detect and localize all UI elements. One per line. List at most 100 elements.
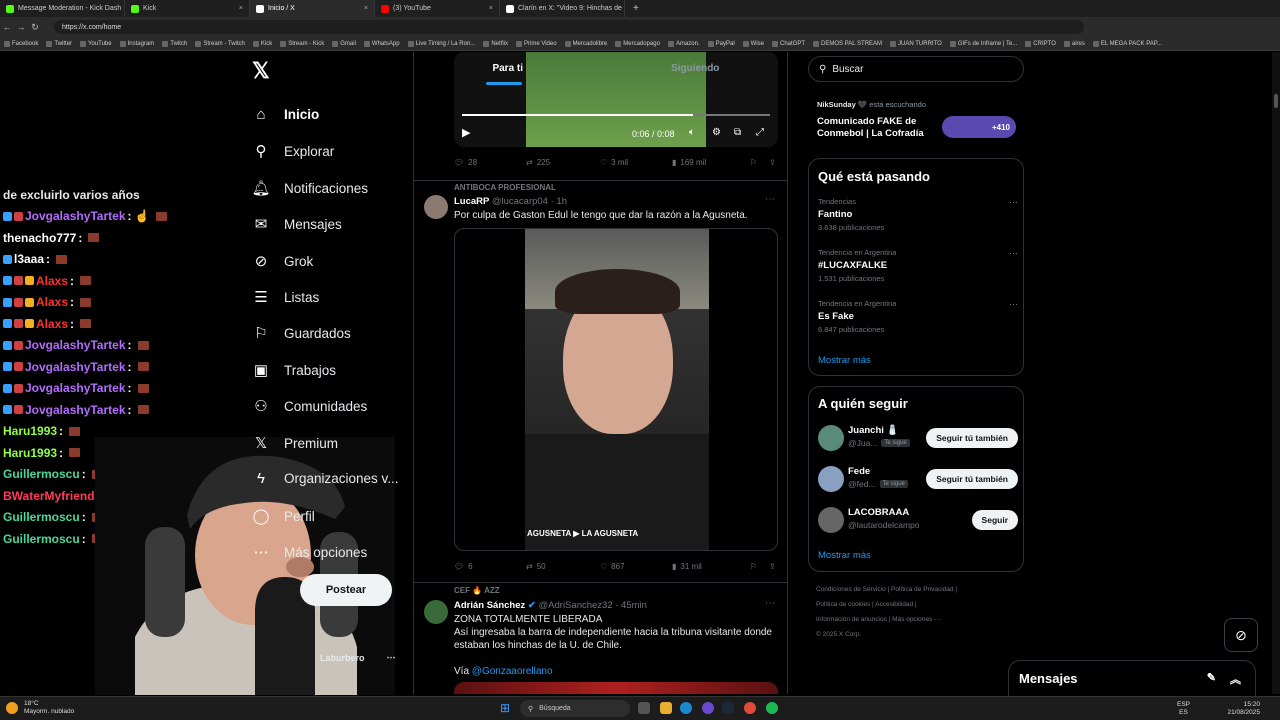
bookmark-item[interactable]: PayPal xyxy=(707,40,735,47)
follow-suggestion[interactable]: Fede @fed... Te sigue Seguir tú también xyxy=(818,464,1018,494)
bookmark-item[interactable]: ChatGPT xyxy=(772,40,805,47)
nav-item-listas[interactable]: ☰ Listas xyxy=(250,288,319,306)
more-icon[interactable]: ⋯ xyxy=(387,652,396,663)
post-media[interactable]: AGUSNETA ▶ LA AGUSNETA xyxy=(454,228,778,551)
footer-line[interactable]: Información de anuncios | Más opciones ·… xyxy=(816,612,1016,627)
discord-icon[interactable] xyxy=(702,702,714,714)
bookmark-item[interactable]: Kick xyxy=(252,40,272,47)
bookmark-item[interactable]: Wise xyxy=(742,40,764,47)
account-switcher[interactable]: Laburbero ⋯ xyxy=(320,652,396,663)
bookmark-item[interactable]: Twitter xyxy=(46,40,72,47)
spotify-icon[interactable] xyxy=(766,702,778,714)
nav-item-grok[interactable]: ⊘ Grok xyxy=(250,252,314,270)
nav-item-trabajos[interactable]: ▣ Trabajos xyxy=(250,361,336,379)
reply-button[interactable]: 💬︎ 28 xyxy=(454,158,526,167)
nav-item-mensajes[interactable]: ✉ Mensajes xyxy=(250,215,342,233)
follow-button[interactable]: Seguir xyxy=(971,510,1018,530)
bookmark-icon[interactable]: ⚐ xyxy=(750,562,757,571)
video-progress-track[interactable] xyxy=(462,114,770,116)
close-icon[interactable]: × xyxy=(364,5,368,12)
post-author[interactable]: Adrián Sánchez ✔ @AdriSanchez32 · 45min xyxy=(454,600,647,611)
search-input[interactable]: ⚲ Buscar xyxy=(808,56,1024,82)
nav-item-inicio[interactable]: ⌂ Inicio xyxy=(250,106,319,123)
bookmark-item[interactable]: DEMOS PAL STREAM xyxy=(813,40,882,47)
bookmark-item[interactable]: Facebook xyxy=(4,40,38,47)
fullscreen-icon[interactable]: ⤢ xyxy=(756,127,764,138)
browser-tab[interactable]: Message Moderation - Kick Dash× xyxy=(0,0,125,17)
bookmark-item[interactable]: aires xyxy=(1063,40,1085,47)
bookmark-item[interactable]: YouTube xyxy=(80,40,112,47)
show-more-link[interactable]: Mostrar más xyxy=(818,355,871,366)
bookmark-item[interactable]: WhatsApp xyxy=(363,40,400,47)
repost-button[interactable]: ⇄ 225 xyxy=(526,158,600,167)
nav-item-m-s-opciones[interactable]: ⋯ Más opciones xyxy=(250,543,368,561)
edge-icon[interactable] xyxy=(680,702,692,714)
language-indicator[interactable]: ESP ES xyxy=(1177,701,1190,717)
follow-button[interactable]: Seguir tú también xyxy=(926,428,1018,448)
bookmark-item[interactable]: Stream - Kick xyxy=(280,40,324,47)
bookmark-item[interactable]: Gmail xyxy=(332,40,356,47)
browser-tab[interactable]: Kick × xyxy=(125,0,250,17)
taskbar-search[interactable]: ⚲ Búsqueda xyxy=(520,700,630,717)
more-icon[interactable]: ⋯ xyxy=(765,598,775,609)
footer-line[interactable]: Condiciones de Servicio | Política de Pr… xyxy=(816,582,1016,597)
new-message-icon[interactable]: ✎ xyxy=(1207,671,1216,687)
chrome-icon[interactable] xyxy=(744,702,756,714)
tab-for-you[interactable]: Para ti xyxy=(414,52,602,85)
avatar[interactable] xyxy=(424,195,448,219)
nav-item-notificaciones[interactable]: 🔔︎ Notificaciones xyxy=(250,179,368,197)
trend-item[interactable]: Tendencias Fantino 3.638 publicaciones ⋯ xyxy=(818,197,1018,232)
weather-widget[interactable]: 18°C Mayorm. nublado xyxy=(24,700,74,716)
nav-item-perfil[interactable]: ◯ Perfil xyxy=(250,507,315,525)
settings-icon[interactable]: ⚙ xyxy=(712,127,721,138)
bookmark-item[interactable]: Netflix xyxy=(483,40,508,47)
bookmark-item[interactable]: Mercadopago xyxy=(615,40,660,47)
footer-line[interactable]: Política de cookies | Accesibilidad | xyxy=(816,597,1016,612)
bookmark-item[interactable]: GIFs de Inframe | Te... xyxy=(949,40,1017,47)
views-button[interactable]: ▮ 31 mil xyxy=(672,562,750,571)
chevron-up-icon[interactable]: ︽ xyxy=(1230,671,1241,687)
reply-button[interactable]: 💬︎ 6 xyxy=(454,562,526,571)
repost-button[interactable]: ⇄ 50 xyxy=(526,562,600,571)
nav-item-comunidades[interactable]: ⚇ Comunidades xyxy=(250,397,367,415)
steam-icon[interactable] xyxy=(722,702,734,714)
bookmark-item[interactable]: Mercadolibre xyxy=(564,40,607,47)
close-icon[interactable]: × xyxy=(239,5,243,12)
bookmark-item[interactable]: JUAN TURRITO xyxy=(890,40,942,47)
post-author[interactable]: LucaRP @lucacarp04 · 1h xyxy=(454,196,567,207)
nav-item-premium[interactable]: 𝕏 Premium xyxy=(250,434,338,452)
views-button[interactable]: ▮ 169 mil xyxy=(672,158,750,167)
scrollbar-thumb[interactable] xyxy=(1274,94,1278,108)
live-space-card[interactable]: NikSunday 🖤 está escuchando Comunicado F… xyxy=(808,94,1024,150)
more-icon[interactable]: ⋯ xyxy=(1009,248,1018,259)
follow-suggestion[interactable]: LACOBRAAA @lautarodelcampo Seguir xyxy=(818,505,1018,535)
trend-item[interactable]: Tendencia en Argentina #LUCAXFALKE 1.531 p… xyxy=(818,248,1018,283)
pip-icon[interactable]: ⧉ xyxy=(734,127,741,138)
show-more-link[interactable]: Mostrar más xyxy=(818,550,871,561)
address-bar[interactable]: https://x.com/home xyxy=(54,20,1084,34)
avatar[interactable] xyxy=(818,507,844,533)
bookmark-item[interactable]: Twitch xyxy=(162,40,187,47)
back-icon[interactable]: ← xyxy=(0,22,14,32)
bookmark-item[interactable]: Stream - Twitch xyxy=(195,40,245,47)
post-button[interactable]: Postear xyxy=(300,574,392,606)
bookmark-item[interactable]: Instagram xyxy=(119,40,154,47)
tab-following[interactable]: Siguiendo xyxy=(602,52,788,85)
x-logo-icon[interactable]: 𝕏 xyxy=(252,58,270,84)
follow-suggestion[interactable]: Juanchi 🧂 @Jua... Te sigue Seguir tú tambié… xyxy=(818,423,1018,453)
trend-item[interactable]: Tendencia en Argentina Es Fake 6.847 publi… xyxy=(818,299,1018,334)
new-tab-icon[interactable]: + xyxy=(625,3,647,14)
task-view-icon[interactable] xyxy=(638,702,650,714)
like-button[interactable]: ♡ 3 mil xyxy=(600,158,672,167)
close-icon[interactable]: × xyxy=(489,5,493,12)
follow-button[interactable]: Seguir tú también xyxy=(926,469,1018,489)
play-icon[interactable]: ▶ xyxy=(462,126,470,139)
post-media[interactable] xyxy=(454,682,778,694)
system-clock[interactable]: 15:20 21/08/2025 xyxy=(1227,701,1260,717)
bookmark-item[interactable]: Live Timing / La Ron... xyxy=(407,40,475,47)
bookmark-item[interactable]: CRIPTO xyxy=(1025,40,1056,47)
more-icon[interactable]: ⋯ xyxy=(765,194,775,205)
browser-tab[interactable]: (3) YouTube × xyxy=(375,0,500,17)
avatar[interactable] xyxy=(818,466,844,492)
nav-item-explorar[interactable]: ⚲ Explorar xyxy=(250,142,335,160)
